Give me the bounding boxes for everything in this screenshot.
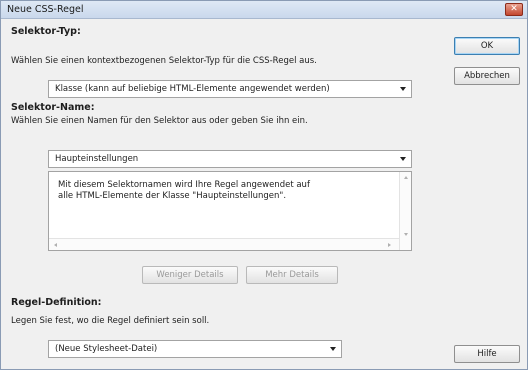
scroll-up-icon[interactable] <box>404 176 408 179</box>
selector-name-value: Haupteinstellungen <box>55 154 139 164</box>
rule-definition-description: Legen Sie fest, wo die Regel definiert s… <box>11 316 210 326</box>
selector-type-dropdown[interactable]: Klasse (kann auf beliebige HTML-Elemente… <box>48 80 412 98</box>
selector-type-description: Wählen Sie einen kontextbezogenen Selekt… <box>11 56 317 66</box>
close-icon: ✕ <box>510 4 518 14</box>
rule-definition-value: (Neue Stylesheet-Datei) <box>55 344 158 354</box>
more-details-button[interactable]: Mehr Details <box>246 266 338 284</box>
selector-info-line-2: alle HTML-Elemente der Klasse "Haupteins… <box>58 191 287 201</box>
selector-name-input[interactable]: Haupteinstellungen <box>48 150 412 168</box>
selector-info-box[interactable]: Mit diesem Selektornamen wird Ihre Regel… <box>48 171 412 251</box>
cancel-button[interactable]: Abbrechen <box>454 67 520 85</box>
scroll-right-icon[interactable] <box>388 243 391 247</box>
ok-button[interactable]: OK <box>454 37 520 55</box>
title-bar[interactable]: Neue CSS-Regel ✕ <box>1 1 527 19</box>
dialog-window: Neue CSS-Regel ✕ Selektor-Typ: Wählen Si… <box>0 0 528 370</box>
vertical-scrollbar[interactable] <box>399 172 411 250</box>
close-button[interactable]: ✕ <box>505 3 523 16</box>
selector-type-heading: Selektor-Typ: <box>11 26 81 37</box>
selector-info-line-1: Mit diesem Selektornamen wird Ihre Regel… <box>58 180 310 190</box>
window-title: Neue CSS-Regel <box>7 4 84 15</box>
help-button[interactable]: Hilfe <box>454 345 520 363</box>
chevron-down-icon <box>400 87 406 91</box>
chevron-down-icon[interactable] <box>400 157 406 161</box>
selector-name-description: Wählen Sie einen Namen für den Selektor … <box>11 116 308 126</box>
less-details-button[interactable]: Weniger Details <box>142 266 238 284</box>
rule-definition-dropdown[interactable]: (Neue Stylesheet-Datei) <box>48 340 342 358</box>
scroll-down-icon[interactable] <box>404 233 408 236</box>
scroll-left-icon[interactable] <box>54 243 57 247</box>
selector-type-value: Klasse (kann auf beliebige HTML-Elemente… <box>55 84 330 94</box>
horizontal-scrollbar[interactable] <box>49 238 399 250</box>
chevron-down-icon <box>330 347 336 351</box>
rule-definition-heading: Regel-Definition: <box>11 297 102 308</box>
selector-name-heading: Selektor-Name: <box>11 102 95 113</box>
